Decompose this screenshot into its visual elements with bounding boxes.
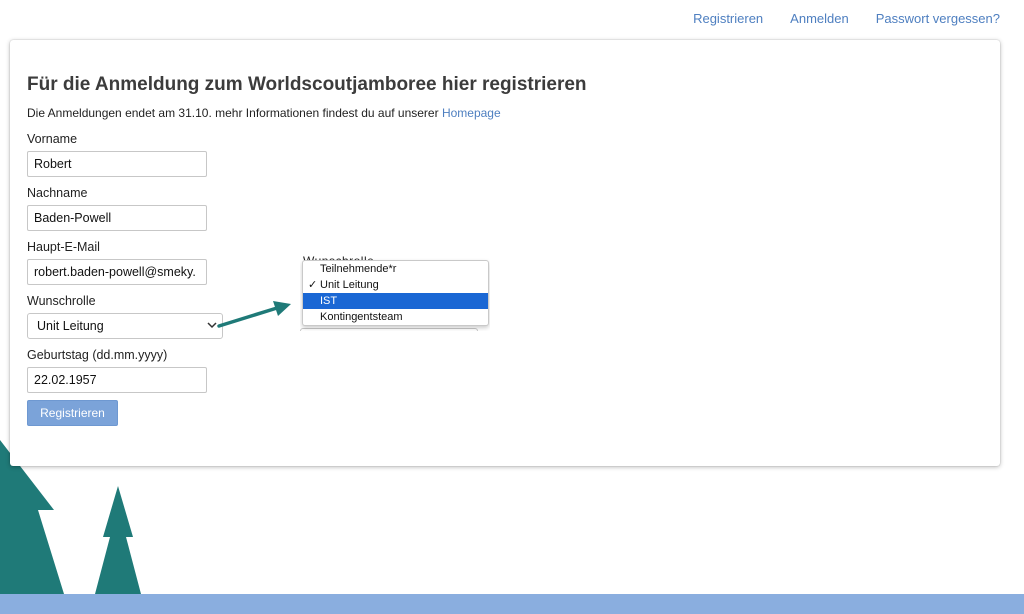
nav-login-link[interactable]: Anmelden	[790, 11, 849, 26]
role-select[interactable]: Unit Leitung	[27, 313, 223, 339]
role-label: Wunschrolle	[27, 294, 96, 308]
intro-sentence: Die Anmeldungen endet am 31.10. mehr Inf…	[27, 106, 442, 120]
email-label: Haupt-E-Mail	[27, 240, 100, 254]
nav-register-link[interactable]: Registrieren	[693, 11, 763, 26]
menu-option-teilnehmende[interactable]: Teilnehmende*r	[303, 261, 488, 277]
intro-text: Die Anmeldungen endet am 31.10. mehr Inf…	[27, 106, 501, 120]
checkmark-icon: ✓	[308, 279, 318, 291]
firstname-label: Vorname	[27, 132, 78, 146]
birthday-label: Geburtstag (dd.mm.yyyy)	[27, 348, 168, 362]
email-input[interactable]: robert.baden-powell@smeky.	[27, 259, 207, 285]
top-navigation: Registrieren Anmelden Passwort vergessen…	[693, 11, 1000, 26]
arrow-annotation-icon	[217, 301, 291, 328]
page-title: Für die Anmeldung zum Worldscoutjamboree…	[27, 74, 587, 95]
register-button[interactable]: Registrieren	[27, 400, 118, 426]
homepage-link[interactable]: Homepage	[442, 106, 501, 120]
role-dropdown-menu: Teilnehmende*r ✓ Unit Leitung IST Kontin…	[302, 260, 489, 326]
role-select-value: Unit Leitung	[37, 319, 104, 333]
menu-option-label: Unit Leitung	[320, 279, 379, 291]
menu-option-ist[interactable]: IST	[303, 293, 488, 309]
menu-option-label: IST	[320, 295, 338, 307]
callout-behind-select	[300, 328, 478, 331]
dropdown-callout: Wunschrolle Teilnehmende*r ✓ Unit Leitun…	[300, 255, 490, 331]
birthday-input[interactable]: 22.02.1957	[27, 367, 207, 393]
firstname-input[interactable]: Robert	[27, 151, 207, 177]
menu-option-label: Kontingentsteam	[320, 311, 403, 323]
lastname-input[interactable]: Baden-Powell	[27, 205, 207, 231]
lastname-label: Nachname	[27, 186, 88, 200]
registration-card: Für die Anmeldung zum Worldscoutjamboree…	[10, 40, 1000, 466]
menu-option-label: Teilnehmende*r	[320, 263, 397, 275]
tree-middle	[95, 486, 141, 594]
menu-option-kontingentsteam[interactable]: Kontingentsteam	[303, 309, 488, 325]
footer-band	[0, 594, 1024, 614]
menu-option-unit-leitung[interactable]: ✓ Unit Leitung	[303, 277, 488, 293]
nav-forgot-password-link[interactable]: Passwort vergessen?	[876, 11, 1000, 26]
